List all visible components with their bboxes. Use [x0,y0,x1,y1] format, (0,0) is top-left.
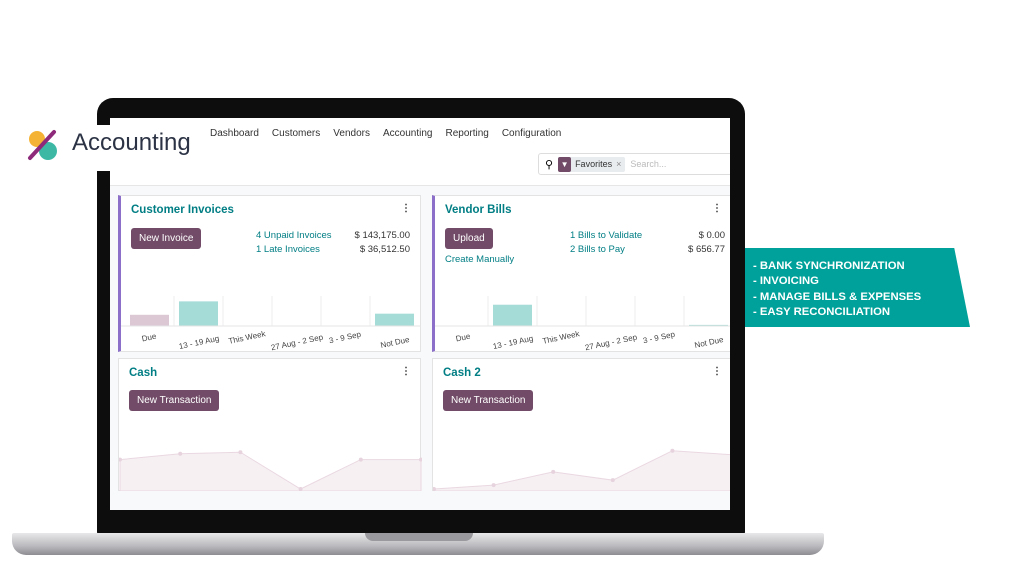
area [119,451,422,491]
kebab-menu-icon[interactable]: ⋮ [712,203,722,214]
x-tick-label: Not Due [380,335,411,350]
data-point [551,469,556,474]
unpaid-amount: $ 143,175.00 [354,230,410,241]
menu-reporting[interactable]: Reporting [445,128,488,139]
kebab-menu-icon[interactable]: ⋮ [401,366,411,377]
bar[interactable] [375,313,414,326]
card-title[interactable]: Cash 2 [443,367,481,379]
new-transaction-button[interactable]: New Transaction [443,390,534,411]
search-icon[interactable]: ⚲ [545,158,553,171]
bar[interactable] [179,301,218,326]
accounting-logo-icon [28,130,57,160]
bills-to-validate-link[interactable]: 1 Bills to Validate [570,230,642,241]
filter-icon: ▼ [558,156,572,172]
kebab-menu-icon[interactable]: ⋮ [712,366,722,377]
data-point [358,457,363,462]
vendor-bills-card: Vendor Bills ⋮ Upload Create Manually 1 … [432,195,730,352]
x-tick-label: 13 - 19 Aug [178,334,220,351]
new-invoice-button[interactable]: New Invoice [131,228,202,249]
pay-amount: $ 656.77 [688,244,725,255]
x-tick-label: This Week [542,329,582,346]
search-input[interactable]: Search... [630,159,666,169]
menu-dashboard[interactable]: Dashboard [210,128,259,139]
menu-vendors[interactable]: Vendors [333,128,370,139]
validate-amount: $ 0.00 [698,230,725,241]
app-logo: Accounting [20,125,196,171]
screen: Dashboard Customers Vendors Accounting R… [110,118,730,510]
x-tick-label: 13 - 19 Aug [492,334,534,351]
cash-graph[interactable] [119,436,422,491]
cash2-graph[interactable] [433,436,730,491]
late-invoices-link[interactable]: 1 Late Invoices [256,244,320,255]
features-banner: - BANK SYNCHRONIZATION - INVOICING - MAN… [745,248,970,327]
bills-to-pay-link[interactable]: 2 Bills to Pay [570,244,625,255]
facet-label: Favorites [575,159,613,169]
top-bar: Dashboard Customers Vendors Accounting R… [110,118,730,186]
create-manually-link[interactable]: Create Manually [445,254,514,265]
remove-facet-icon[interactable]: × [616,159,621,169]
app-title: Accounting [72,129,191,156]
menu-configuration[interactable]: Configuration [502,128,561,139]
menu-accounting[interactable]: Accounting [383,128,432,139]
feature-item: - BANK SYNCHRONIZATION [753,260,905,272]
laptop-notch [365,533,473,541]
x-tick-label: 3 - 9 Sep [642,330,676,346]
bar[interactable] [130,314,169,326]
x-tick-label: 27 Aug - 2 Sep [584,332,638,352]
card-title[interactable]: Customer Invoices [131,204,234,216]
x-tick-label: This Week [228,329,268,346]
data-point [238,450,243,455]
x-tick-label: 3 - 9 Sep [328,330,362,346]
data-point [491,483,496,488]
kebab-menu-icon[interactable]: ⋮ [401,203,411,214]
data-point [610,478,615,483]
data-point [670,448,675,453]
main-menu: Dashboard Customers Vendors Accounting R… [210,128,561,139]
data-point [178,451,183,456]
search-bar[interactable]: ⚲ ▼ Favorites × Search... [538,153,730,175]
favorites-facet: ▼ Favorites × [558,156,626,172]
x-tick-label: Due [141,332,158,344]
data-point [298,487,303,491]
bar[interactable] [493,304,532,326]
feature-item: - EASY RECONCILIATION [753,305,891,318]
x-tick-label: Not Due [694,335,725,350]
x-tick-label: 27 Aug - 2 Sep [270,332,324,352]
area [433,450,730,491]
card-title[interactable]: Vendor Bills [445,204,511,216]
upload-button[interactable]: Upload [445,228,493,249]
feature-item: - MANAGE BILLS & EXPENSES [753,290,922,303]
new-transaction-button[interactable]: New Transaction [129,390,220,411]
late-amount: $ 36,512.50 [359,244,410,255]
customer-invoices-card: Customer Invoices ⋮ New Invoice 4 Unpaid… [118,195,421,352]
bills-graph[interactable]: Due 13 - 19 Aug This Week 27 Aug - 2 Sep 3 -… [435,292,730,352]
x-tick-label: Due [455,332,472,344]
card-title[interactable]: Cash [129,367,157,379]
feature-item: - INVOICING [753,275,819,288]
cash-card: Cash ⋮ New Transaction [118,358,422,491]
menu-customers[interactable]: Customers [272,128,320,139]
cash2-card: Cash 2 ⋮ New Transaction [432,358,730,491]
invoices-graph[interactable]: Due 13 - 19 Aug This Week 27 Aug - 2 Sep 3 -… [121,292,421,352]
unpaid-invoices-link[interactable]: 4 Unpaid Invoices [256,230,332,241]
